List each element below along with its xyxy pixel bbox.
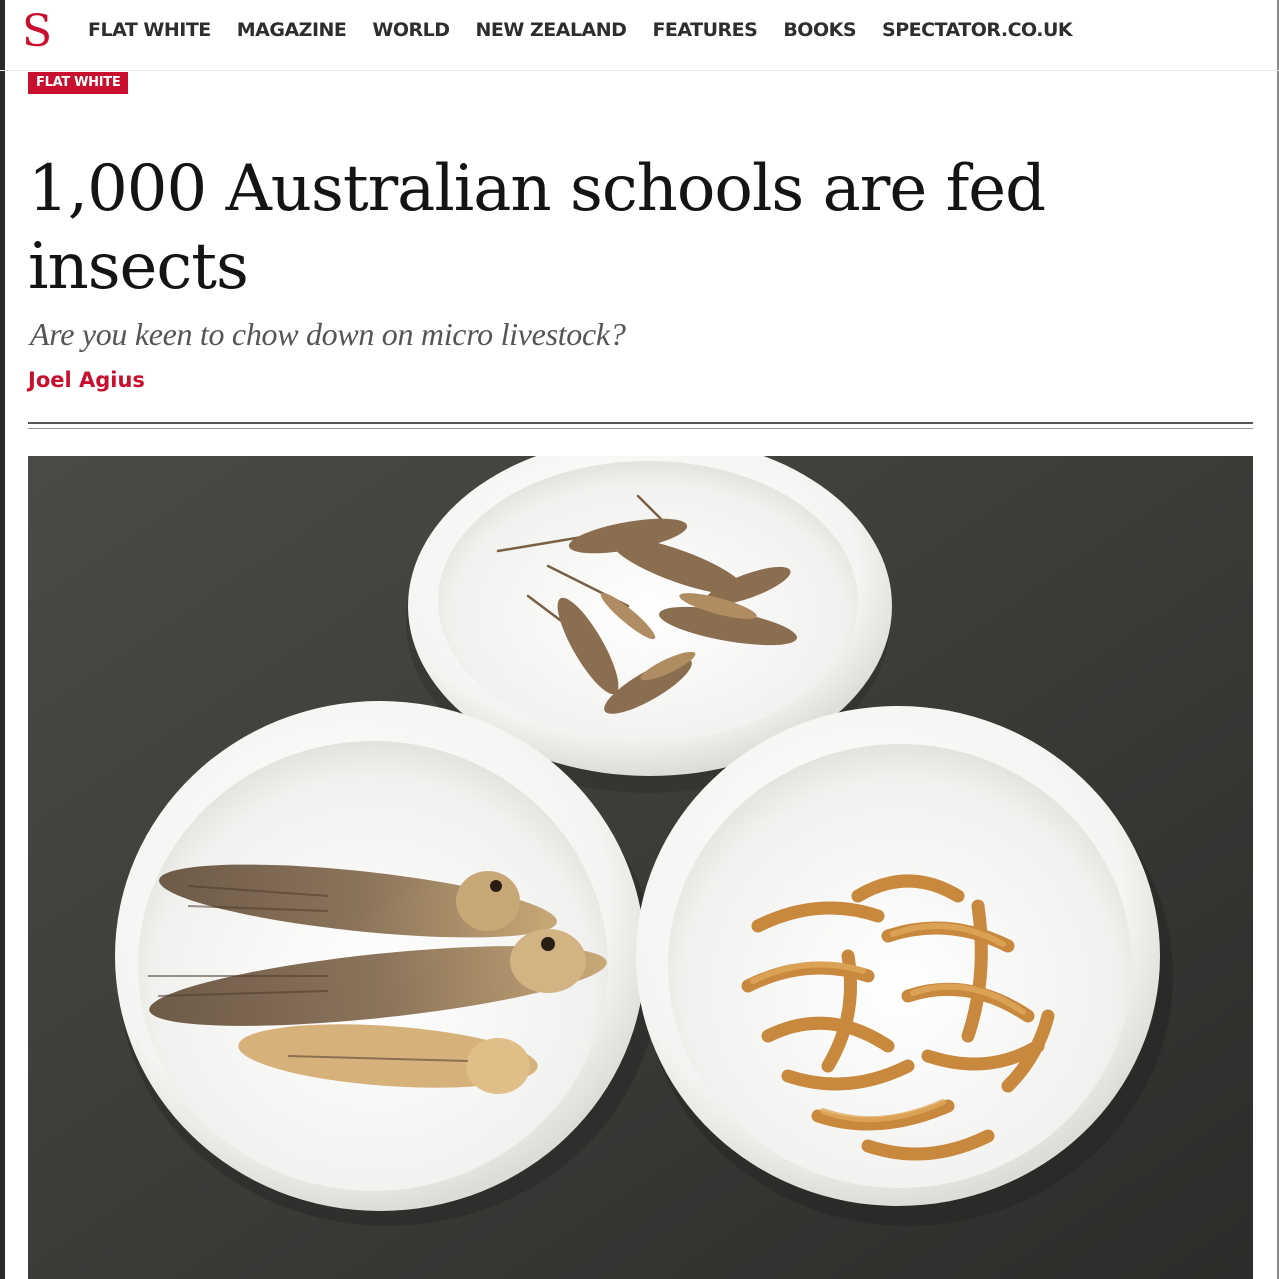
section-tag[interactable]: FLAT WHITE — [28, 72, 129, 94]
hero-image — [28, 456, 1253, 1279]
spectator-logo[interactable]: S — [22, 6, 52, 58]
nav-item-features[interactable]: FEATURES — [652, 19, 757, 41]
nav-item-new-zealand[interactable]: NEW ZEALAND — [476, 19, 627, 41]
article-standfirst: Are you keen to chow down on micro lives… — [30, 316, 626, 352]
author-byline[interactable]: Joel Agius — [28, 368, 145, 392]
nav-item-flat-white[interactable]: FLAT WHITE — [88, 19, 211, 41]
nav-menu: FLAT WHITE MAGAZINE WORLD NEW ZEALAND FE… — [88, 19, 1073, 41]
divider — [28, 422, 1253, 424]
top-navigation: S FLAT WHITE MAGAZINE WORLD NEW ZEALAND … — [0, 0, 1279, 71]
left-frame-rule — [0, 0, 5, 1279]
divider-secondary — [28, 428, 1253, 429]
nav-item-spectator-co-uk[interactable]: SPECTATOR.CO.UK — [882, 19, 1073, 41]
article-title: 1,000 Australian schools are fed insects — [28, 152, 1046, 304]
nav-item-world[interactable]: WORLD — [372, 19, 450, 41]
nav-item-books[interactable]: BOOKS — [783, 19, 856, 41]
nav-item-magazine[interactable]: MAGAZINE — [237, 19, 347, 41]
